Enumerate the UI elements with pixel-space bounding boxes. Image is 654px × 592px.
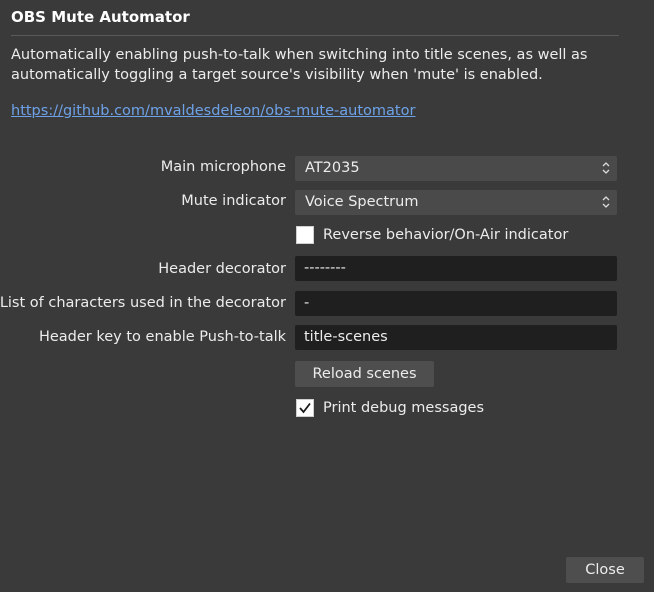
- mute-indicator-select[interactable]: Voice Spectrum: [295, 190, 617, 215]
- main-microphone-value: AT2035: [305, 160, 360, 176]
- print-debug-label: Print debug messages: [323, 400, 485, 416]
- checkmark-icon: [299, 402, 311, 414]
- decorator-chars-label: List of characters used in the decorator: [0, 295, 286, 311]
- print-debug-checkbox[interactable]: [296, 399, 314, 417]
- mute-indicator-value: Voice Spectrum: [305, 194, 419, 210]
- reverse-behavior-label: Reverse behavior/On-Air indicator: [323, 227, 569, 243]
- reverse-behavior-checkbox[interactable]: [296, 226, 314, 244]
- header-key-label: Header key to enable Push-to-talk: [38, 329, 286, 345]
- header-decorator-label: Header decorator: [158, 261, 286, 277]
- header-decorator-input[interactable]: --------: [295, 256, 617, 281]
- updown-chevron-icon: [599, 159, 613, 177]
- reload-scenes-button[interactable]: Reload scenes: [295, 361, 434, 387]
- dialog-description: Automatically enabling push-to-talk when…: [11, 47, 588, 83]
- main-microphone-label: Main microphone: [160, 159, 286, 175]
- header-key-input[interactable]: title-scenes: [295, 325, 617, 350]
- print-debug-checkbox-row[interactable]: Print debug messages: [296, 398, 484, 418]
- close-button[interactable]: Close: [566, 557, 644, 583]
- decorator-chars-input[interactable]: -: [295, 291, 617, 316]
- obs-mute-automator-dialog: OBS Mute Automator Automatically enablin…: [0, 0, 654, 592]
- title-divider: [11, 35, 619, 36]
- mute-indicator-label: Mute indicator: [181, 193, 286, 209]
- github-link[interactable]: https://github.com/mvaldesdeleon/obs-mut…: [11, 103, 415, 119]
- reverse-behavior-checkbox-row[interactable]: Reverse behavior/On-Air indicator: [296, 225, 568, 245]
- updown-chevron-icon: [599, 193, 613, 211]
- dialog-title: OBS Mute Automator: [11, 8, 190, 26]
- main-microphone-select[interactable]: AT2035: [295, 156, 617, 181]
